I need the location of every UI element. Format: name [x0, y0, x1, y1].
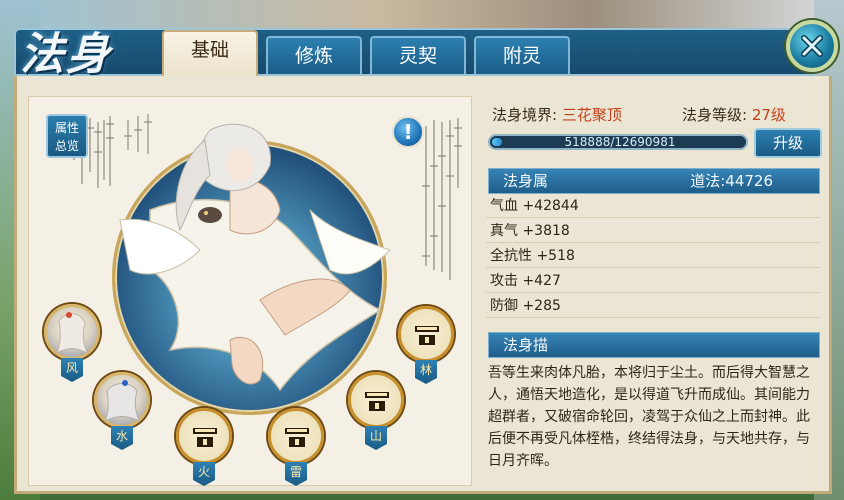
- level-label: 法身等级:: [682, 106, 748, 124]
- level-info: 法身等级: 27级: [682, 104, 786, 125]
- daofa-value: 44726: [725, 172, 773, 190]
- tab-cultivate[interactable]: 修炼: [266, 36, 362, 74]
- hero-portrait-icon: [104, 380, 140, 423]
- stat-name: 气血: [490, 198, 518, 214]
- realm-info: 法身境界: 三花聚顶: [492, 104, 622, 125]
- exp-progress-text: 518888/12690981: [564, 135, 676, 149]
- daofa-info: 道法:44726: [690, 169, 773, 193]
- slot-forest[interactable]: [398, 306, 454, 362]
- daofa-label: 道法:: [690, 172, 726, 190]
- stat-row: 防御 +285: [486, 294, 820, 318]
- attributes-header-title: 法身属: [503, 172, 549, 190]
- stat-value: +42844: [522, 198, 579, 214]
- attribute-overview-line2: 总览: [54, 139, 79, 153]
- stat-value: +518: [536, 248, 575, 264]
- stat-row: 攻击 +427: [486, 269, 820, 293]
- stat-row: 全抗性 +518: [486, 244, 820, 268]
- exp-progress-bar: 518888/12690981: [488, 134, 748, 150]
- attribute-overview-line1: 属性: [54, 121, 79, 135]
- stat-name: 防御: [490, 298, 518, 314]
- hero-portrait-icon: [55, 312, 88, 355]
- tab-basic[interactable]: 基础: [162, 30, 258, 76]
- info-button[interactable]: !: [392, 116, 424, 148]
- stat-value: +427: [522, 273, 561, 289]
- tab-spirit-contract[interactable]: 灵契: [370, 36, 466, 74]
- stat-value: +285: [522, 298, 561, 314]
- description-header: 法身描: [488, 332, 820, 358]
- attributes-header: 法身属 道法:44726: [488, 168, 820, 194]
- upgrade-button[interactable]: 升级: [754, 128, 822, 158]
- slot-water[interactable]: [94, 372, 150, 428]
- realm-value: 三花聚顶: [561, 106, 622, 124]
- calligraphy-decoration-right: [422, 118, 462, 280]
- lock-icon: [285, 428, 309, 447]
- tab-attach-spirit[interactable]: 附灵: [474, 36, 570, 74]
- lock-icon: [193, 428, 217, 447]
- close-icon: [801, 35, 823, 57]
- description-header-title: 法身描: [503, 336, 549, 354]
- level-value: 27级: [751, 106, 786, 124]
- attribute-overview-button[interactable]: 属性 总览: [46, 114, 88, 158]
- slot-wind[interactable]: [44, 304, 100, 360]
- slot-mountain[interactable]: [348, 372, 404, 428]
- lock-icon: [415, 326, 439, 345]
- lock-icon: [365, 392, 389, 411]
- slot-thunder[interactable]: [268, 408, 324, 464]
- stat-value: +3818: [522, 223, 570, 239]
- slot-fire[interactable]: [176, 408, 232, 464]
- stat-row: 真气 +3818: [486, 219, 820, 243]
- stat-name: 全抗性: [490, 248, 532, 264]
- stat-name: 真气: [490, 223, 518, 239]
- realm-label: 法身境界:: [492, 106, 558, 124]
- stat-row: 气血 +42844: [486, 194, 820, 218]
- window-title: 法身: [20, 29, 112, 80]
- stat-name: 攻击: [490, 273, 518, 289]
- description-text: 吾等生来肉体凡胎，本将归于尘土。而后得大智慧之人，通悟天地造化，是以得道飞升而成…: [488, 365, 810, 469]
- close-button[interactable]: [786, 20, 838, 72]
